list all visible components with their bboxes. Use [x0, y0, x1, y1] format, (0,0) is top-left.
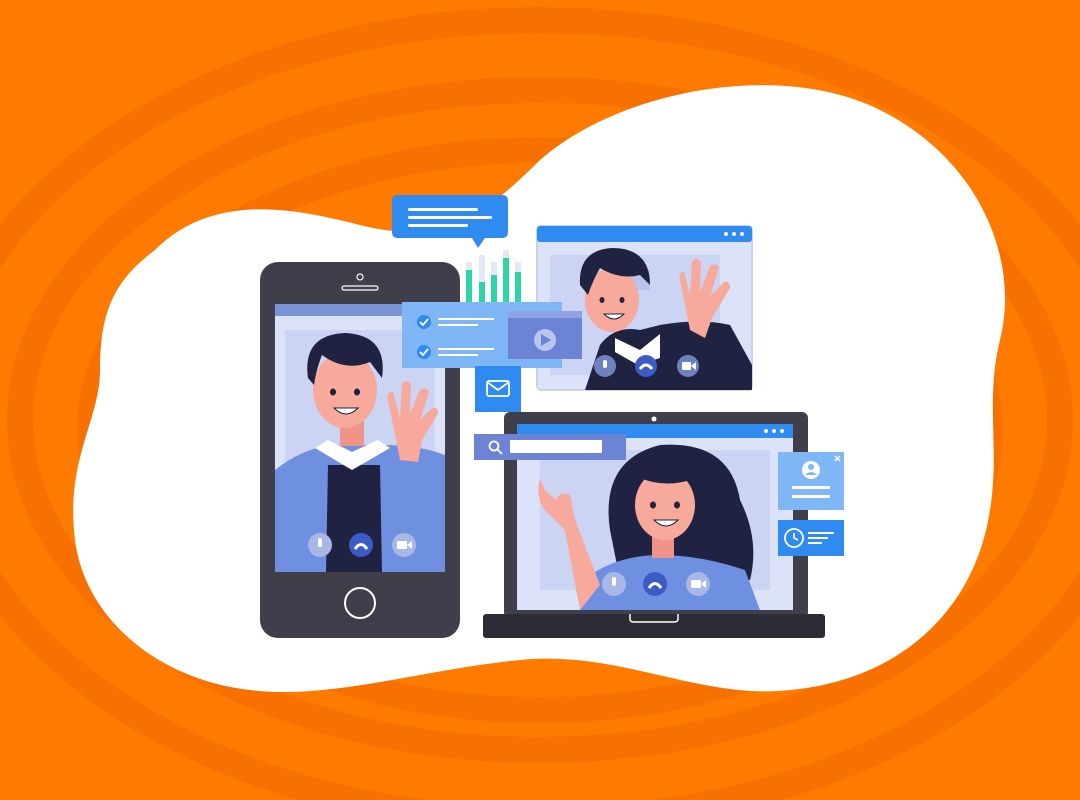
desktop-window [536, 225, 753, 391]
check-icon [417, 315, 431, 329]
phone-call-controls [308, 533, 416, 557]
window-titlebar [537, 226, 752, 242]
profile-card [778, 452, 844, 510]
mail-icon[interactable] [475, 366, 521, 412]
video-player-card [508, 311, 582, 359]
laptop-base [483, 614, 825, 638]
search-bar[interactable] [474, 434, 626, 460]
illustration-canvas [0, 0, 1080, 800]
desktop-call-controls [594, 355, 699, 377]
search-input[interactable] [510, 440, 602, 453]
video-call-illustration [0, 0, 1080, 800]
clock-card [778, 520, 844, 556]
laptop-camera [651, 416, 657, 422]
check-icon [417, 345, 431, 359]
laptop-call-controls [602, 572, 710, 596]
